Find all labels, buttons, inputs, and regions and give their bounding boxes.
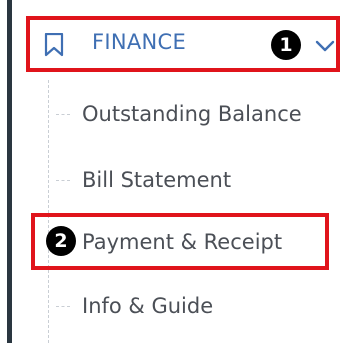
tree-tick (56, 180, 70, 181)
submenu-item-bill-statement[interactable]: Bill Statement (52, 160, 342, 200)
tree-tick (56, 114, 70, 115)
submenu-item-label: Outstanding Balance (82, 102, 302, 126)
finance-menu-page: FINANCE Outstanding Balance Bill Stateme… (0, 0, 350, 343)
submenu-item-label: Info & Guide (82, 294, 214, 318)
submenu-item-label: Bill Statement (82, 168, 232, 192)
annotation-badge-2: 2 (46, 226, 76, 256)
submenu-item-info-guide[interactable]: Info & Guide (52, 286, 342, 326)
annotation-badge-1: 1 (271, 30, 301, 60)
sidebar-rail (7, 0, 12, 343)
submenu-tree-line (48, 80, 49, 343)
left-edge (0, 0, 7, 343)
tree-tick (56, 306, 70, 307)
submenu-item-outstanding-balance[interactable]: Outstanding Balance (52, 94, 342, 134)
